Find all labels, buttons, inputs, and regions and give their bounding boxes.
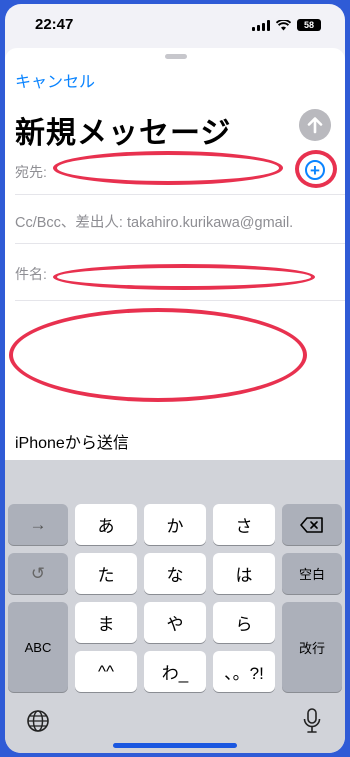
- key-delete[interactable]: [282, 504, 342, 545]
- status-time: 22:47: [35, 16, 74, 33]
- key-dakuten[interactable]: ^^: [75, 651, 137, 692]
- delete-icon: [300, 516, 323, 533]
- key-ka[interactable]: か: [144, 504, 206, 545]
- key-label: た: [97, 566, 115, 585]
- signal-icon: [252, 19, 270, 31]
- key-return[interactable]: 改行: [282, 602, 342, 692]
- signature-text: iPhoneから送信: [15, 435, 129, 452]
- dictation-button[interactable]: [300, 706, 324, 736]
- key-label: わ_: [161, 664, 189, 683]
- key-a[interactable]: あ: [75, 504, 137, 545]
- key-ma[interactable]: ま: [75, 602, 137, 643]
- key-ta[interactable]: た: [75, 553, 137, 594]
- key-na[interactable]: な: [144, 553, 206, 594]
- annotation-oval-subject: [53, 264, 315, 290]
- key-label: 改行: [298, 640, 325, 656]
- key-ya[interactable]: や: [144, 602, 206, 643]
- key-wa[interactable]: わ_: [144, 651, 206, 692]
- key-label: ら: [235, 615, 253, 634]
- sheet-grabber[interactable]: [165, 54, 187, 59]
- key-label: ま: [97, 615, 115, 634]
- japanese-keyboard: → あ か さ ↺ た な は 空白 ABC ま や ら 改行 ^^ わ_ 、。…: [5, 460, 345, 753]
- microphone-icon: [303, 708, 321, 733]
- key-right-arrow[interactable]: →: [8, 504, 68, 545]
- undo-icon: ↺: [30, 563, 46, 583]
- annotation-oval-add: [295, 150, 337, 188]
- key-abc[interactable]: ABC: [8, 602, 68, 692]
- send-button[interactable]: [299, 109, 331, 141]
- divider: [15, 243, 345, 244]
- cc-bcc-from-field[interactable]: Cc/Bcc、差出人: takahiro.kurikawa@gmail.: [15, 211, 293, 232]
- key-ra[interactable]: ら: [213, 602, 275, 643]
- battery-icon: 58: [297, 19, 321, 31]
- annotation-oval-body: [9, 308, 307, 402]
- key-ha[interactable]: は: [213, 553, 275, 594]
- status-bar: 22:47 58: [5, 4, 345, 48]
- key-undo[interactable]: ↺: [8, 553, 68, 594]
- globe-icon: [27, 710, 49, 732]
- key-label: か: [166, 517, 184, 536]
- to-label: 宛先:: [15, 164, 47, 180]
- key-label: は: [235, 566, 253, 585]
- key-label: や: [166, 615, 184, 634]
- key-space[interactable]: 空白: [282, 553, 342, 594]
- page-title: 新規メッセージ: [15, 117, 232, 150]
- wifi-icon: [276, 19, 291, 30]
- key-label: 、。?!: [224, 664, 264, 683]
- key-label: ^^: [98, 661, 114, 681]
- arrow-up-icon: [307, 117, 323, 134]
- key-label: ABC: [24, 639, 52, 655]
- key-label: な: [166, 566, 184, 585]
- key-punctuation[interactable]: 、。?!: [213, 651, 275, 692]
- key-label: 空白: [298, 567, 325, 582]
- annotation-oval-to: [53, 151, 283, 185]
- status-icons: 58: [252, 18, 321, 32]
- key-label: さ: [235, 517, 253, 536]
- phone-screen: 22:47 58 キャンセル 新規メッセージ 宛先: + Cc/Bcc、差出人:…: [5, 4, 345, 753]
- right-arrow-icon: →: [29, 514, 47, 534]
- compose-sheet: キャンセル 新規メッセージ 宛先: + Cc/Bcc、差出人: takahiro…: [5, 48, 345, 460]
- cancel-button[interactable]: キャンセル: [15, 68, 95, 92]
- globe-button[interactable]: [25, 708, 51, 734]
- divider: [15, 194, 345, 195]
- home-indicator[interactable]: [113, 743, 237, 748]
- subject-label: 件名:: [15, 266, 47, 282]
- key-label: あ: [97, 517, 115, 536]
- key-sa[interactable]: さ: [213, 504, 275, 545]
